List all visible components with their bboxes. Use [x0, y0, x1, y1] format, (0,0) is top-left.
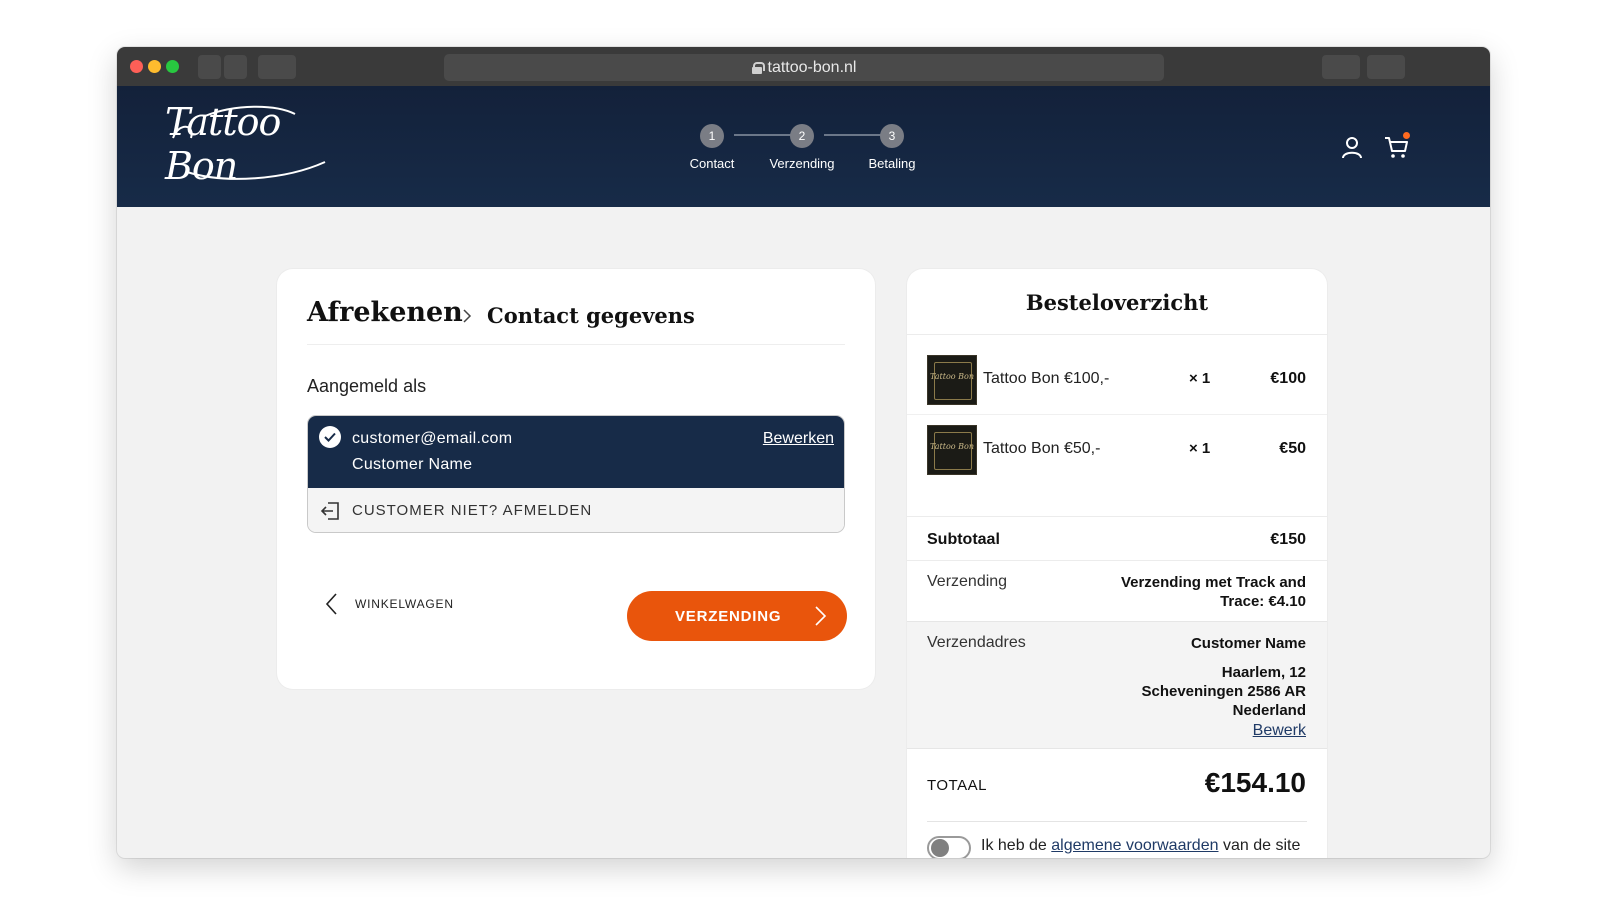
- forward-nav-button[interactable]: [224, 55, 247, 79]
- shipping-value: Verzending met Track and Trace: €4.10: [1120, 574, 1306, 610]
- total-value: €154.10: [1204, 767, 1306, 798]
- item-price: €100: [1270, 370, 1306, 387]
- subtotal-value: €150: [1270, 531, 1306, 548]
- subtotal-label: Subtotaal: [927, 531, 1000, 548]
- product-thumbnail: [927, 425, 977, 475]
- address-line: Nederland: [1232, 702, 1306, 719]
- edit-address-link[interactable]: Bewerk: [1253, 722, 1306, 740]
- terms-prefix: Ik heb de: [981, 837, 1047, 854]
- user-icon: [1342, 137, 1362, 159]
- continue-shipping-button[interactable]: VERZENDING: [627, 591, 847, 641]
- step-contact[interactable]: 1 Contact: [672, 124, 752, 171]
- site-logo[interactable]: Tattoo Bon: [165, 100, 331, 188]
- continue-shipping-label: VERZENDING: [675, 607, 782, 625]
- chevron-right-icon: [463, 309, 472, 323]
- step-label: Contact: [689, 156, 735, 171]
- logo-swirl-icon: [172, 105, 326, 180]
- minimize-window-button[interactable]: [148, 60, 161, 73]
- logout-link[interactable]: CUSTOMER NIET? AFMELDEN: [352, 502, 592, 519]
- checkout-progress: 1 Contact 2 Verzending 3 Betaling: [682, 124, 915, 174]
- step-number: 2: [790, 124, 814, 148]
- address-name: Customer Name: [1190, 635, 1306, 652]
- chevron-left-icon: [325, 593, 337, 615]
- item-price: €50: [1279, 440, 1306, 457]
- cart-button[interactable]: [1384, 132, 1410, 160]
- total-row: TOTAAL €154.10: [907, 749, 1327, 821]
- account-email: customer@email.com: [352, 430, 513, 447]
- item-qty: × 1: [1189, 370, 1211, 387]
- divider: [927, 821, 1307, 822]
- step-verzending[interactable]: 2 Verzending: [762, 124, 842, 171]
- item-name: Tattoo Bon €50,-: [983, 440, 1101, 457]
- page-subtitle: Contact gegevens: [487, 303, 695, 328]
- terms-text: Ik heb de algemene voorwaarden van de si…: [981, 836, 1307, 858]
- signed-in-label: Aangemeld als: [307, 376, 427, 396]
- logout-row[interactable]: CUSTOMER NIET? AFMELDEN: [308, 488, 844, 532]
- shipping-row: Verzending Verzending met Track and Trac…: [907, 561, 1327, 621]
- page-title: Afrekenen: [307, 297, 463, 328]
- account-name: Customer Name: [352, 456, 473, 473]
- shipping-address-row: Verzendadres Customer Name Haarlem, 12 S…: [907, 621, 1327, 749]
- account-box: customer@email.com Customer Name Bewerke…: [307, 415, 845, 533]
- divider: [307, 344, 845, 345]
- back-to-cart-link[interactable]: WINKELWAGEN: [325, 589, 454, 619]
- address-label: Verzendadres: [927, 634, 1026, 651]
- share-button[interactable]: [1322, 55, 1360, 79]
- back-nav-button[interactable]: [198, 55, 221, 79]
- order-item: Tattoo Bon €100,- × 1 €100: [907, 345, 1327, 415]
- tabs-button[interactable]: [1367, 55, 1405, 79]
- terms-link[interactable]: algemene voorwaarden: [1051, 837, 1218, 854]
- browser-window: tattoo-bon.nl Tattoo Bon 1 Contact 2 Ver…: [117, 47, 1490, 858]
- maximize-window-button[interactable]: [166, 60, 179, 73]
- order-item: Tattoo Bon €50,- × 1 €50: [907, 415, 1327, 485]
- step-betaling[interactable]: 3 Betaling: [852, 124, 932, 171]
- chevron-right-icon: [815, 606, 827, 626]
- account-info: customer@email.com Customer Name Bewerke…: [308, 416, 844, 488]
- shipping-label: Verzending: [927, 573, 1008, 590]
- step-label: Betaling: [868, 156, 916, 171]
- address-url: tattoo-bon.nl: [767, 58, 857, 76]
- logout-icon: [320, 502, 339, 520]
- step-label: Verzending: [769, 156, 835, 171]
- sidebar-toggle-button[interactable]: [258, 55, 296, 79]
- back-to-cart-label: WINKELWAGEN: [355, 597, 454, 611]
- cart-badge: [1403, 132, 1410, 139]
- subtotal-row: Subtotaal €150: [907, 517, 1327, 561]
- edit-account-link[interactable]: Bewerken: [763, 430, 834, 448]
- item-qty: × 1: [1189, 440, 1211, 457]
- checkout-card: Afrekenen Contact gegevens Aangemeld als…: [277, 269, 875, 689]
- total-label: TOTAAL: [927, 777, 987, 794]
- site-header: Tattoo Bon 1 Contact 2 Verzending 3 Beta…: [117, 86, 1490, 207]
- order-summary-card: Besteloverzicht Tattoo Bon €100,- × 1 €1…: [907, 269, 1327, 858]
- close-window-button[interactable]: [130, 60, 143, 73]
- summary-title: Besteloverzicht: [907, 269, 1327, 335]
- terms-toggle[interactable]: [927, 836, 971, 858]
- address-value: Customer Name Haarlem, 12 Scheveningen 2…: [1141, 634, 1306, 720]
- browser-titlebar: tattoo-bon.nl: [117, 47, 1490, 86]
- check-circle-icon: [319, 426, 341, 448]
- address-line: Haarlem, 12: [1221, 664, 1306, 681]
- lock-icon: [751, 61, 765, 74]
- item-name: Tattoo Bon €100,-: [983, 370, 1110, 387]
- step-number: 3: [880, 124, 904, 148]
- account-button[interactable]: [1339, 134, 1365, 160]
- terms-agreement: Ik heb de algemene voorwaarden van de si…: [927, 834, 1307, 858]
- step-number: 1: [700, 124, 724, 148]
- divider: [907, 495, 1327, 517]
- product-thumbnail: [927, 355, 977, 405]
- address-bar[interactable]: tattoo-bon.nl: [444, 54, 1164, 81]
- address-line: Scheveningen 2586 AR: [1141, 683, 1306, 700]
